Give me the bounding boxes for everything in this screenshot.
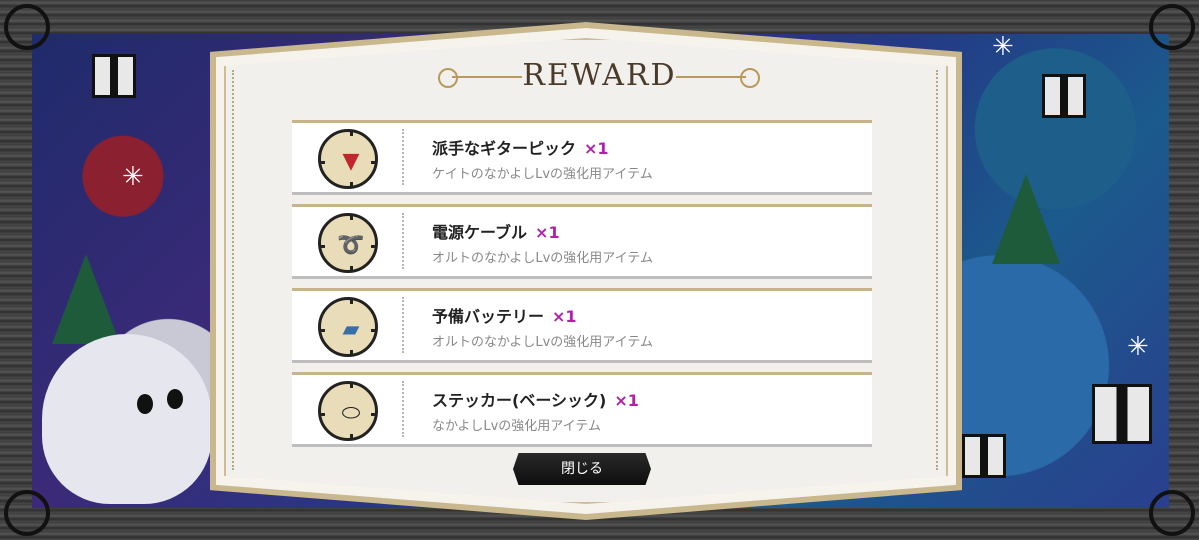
reward-description: オルトのなかよしLvの強化用アイテム <box>432 335 653 350</box>
dotted-border-left <box>232 70 236 470</box>
christmas-tree-decoration <box>992 174 1060 264</box>
ghost-dog-character <box>42 334 212 504</box>
reward-quantity: ×1 <box>584 139 609 158</box>
reward-item: ⬭ ステッカー(ベーシック) ×1 なかよしLvの強化用アイテム <box>292 372 872 447</box>
gift-box-decoration <box>962 434 1006 478</box>
battery-icon: ▰ <box>342 317 360 342</box>
sparkle-icon: ✳ <box>122 162 144 192</box>
gift-box-decoration <box>1092 384 1152 444</box>
frame-corner-ornament <box>1149 490 1195 536</box>
frame-corner-ornament <box>4 4 50 50</box>
power-cable-icon: ➰ <box>337 233 365 258</box>
frame-corner-ornament <box>1149 4 1195 50</box>
reward-description: なかよしLvの強化用アイテム <box>432 419 601 434</box>
reward-item: ▰ 予備バッテリー ×1 オルトのなかよしLvの強化用アイテム <box>292 288 872 363</box>
frame-corner-ornament <box>4 490 50 536</box>
sticker-icon: ⬭ <box>341 401 361 426</box>
reward-quantity: ×1 <box>614 391 639 410</box>
dotted-border-right <box>936 70 940 470</box>
reward-icon-frame: ⬭ <box>316 379 378 441</box>
reward-name: 電源ケーブル ×1 <box>432 223 560 242</box>
christmas-tree-decoration <box>52 254 120 344</box>
reward-name: ステッカー(ベーシック) ×1 <box>432 391 639 410</box>
reward-name: 派手なギターピック ×1 <box>432 139 609 158</box>
reward-icon-frame: ▰ <box>316 295 378 357</box>
reward-item: ➰ 電源ケーブル ×1 オルトのなかよしLvの強化用アイテム <box>292 204 872 279</box>
reward-quantity: ×1 <box>535 223 560 242</box>
sparkle-icon: ✳ <box>1127 332 1149 362</box>
reward-item: ▼ 派手なギターピック ×1 ケイトのなかよしLvの強化用アイテム <box>292 120 872 195</box>
reward-description: ケイトのなかよしLvの強化用アイテム <box>432 167 653 182</box>
guitar-pick-icon: ▼ <box>342 149 360 174</box>
reward-icon-frame: ▼ <box>316 127 378 189</box>
reward-description: オルトのなかよしLvの強化用アイテム <box>432 251 653 266</box>
reward-list: ▼ 派手なギターピック ×1 ケイトのなかよしLvの強化用アイテム ➰ 電源ケーブ… <box>292 120 872 456</box>
reward-quantity: ×1 <box>552 307 577 326</box>
sparkle-icon: ✳ <box>992 34 1014 62</box>
close-button[interactable]: 閉じる <box>513 453 651 485</box>
dialog-title: REWARD <box>522 58 677 93</box>
reward-icon-frame: ➰ <box>316 211 378 273</box>
reward-name: 予備バッテリー ×1 <box>432 307 577 326</box>
